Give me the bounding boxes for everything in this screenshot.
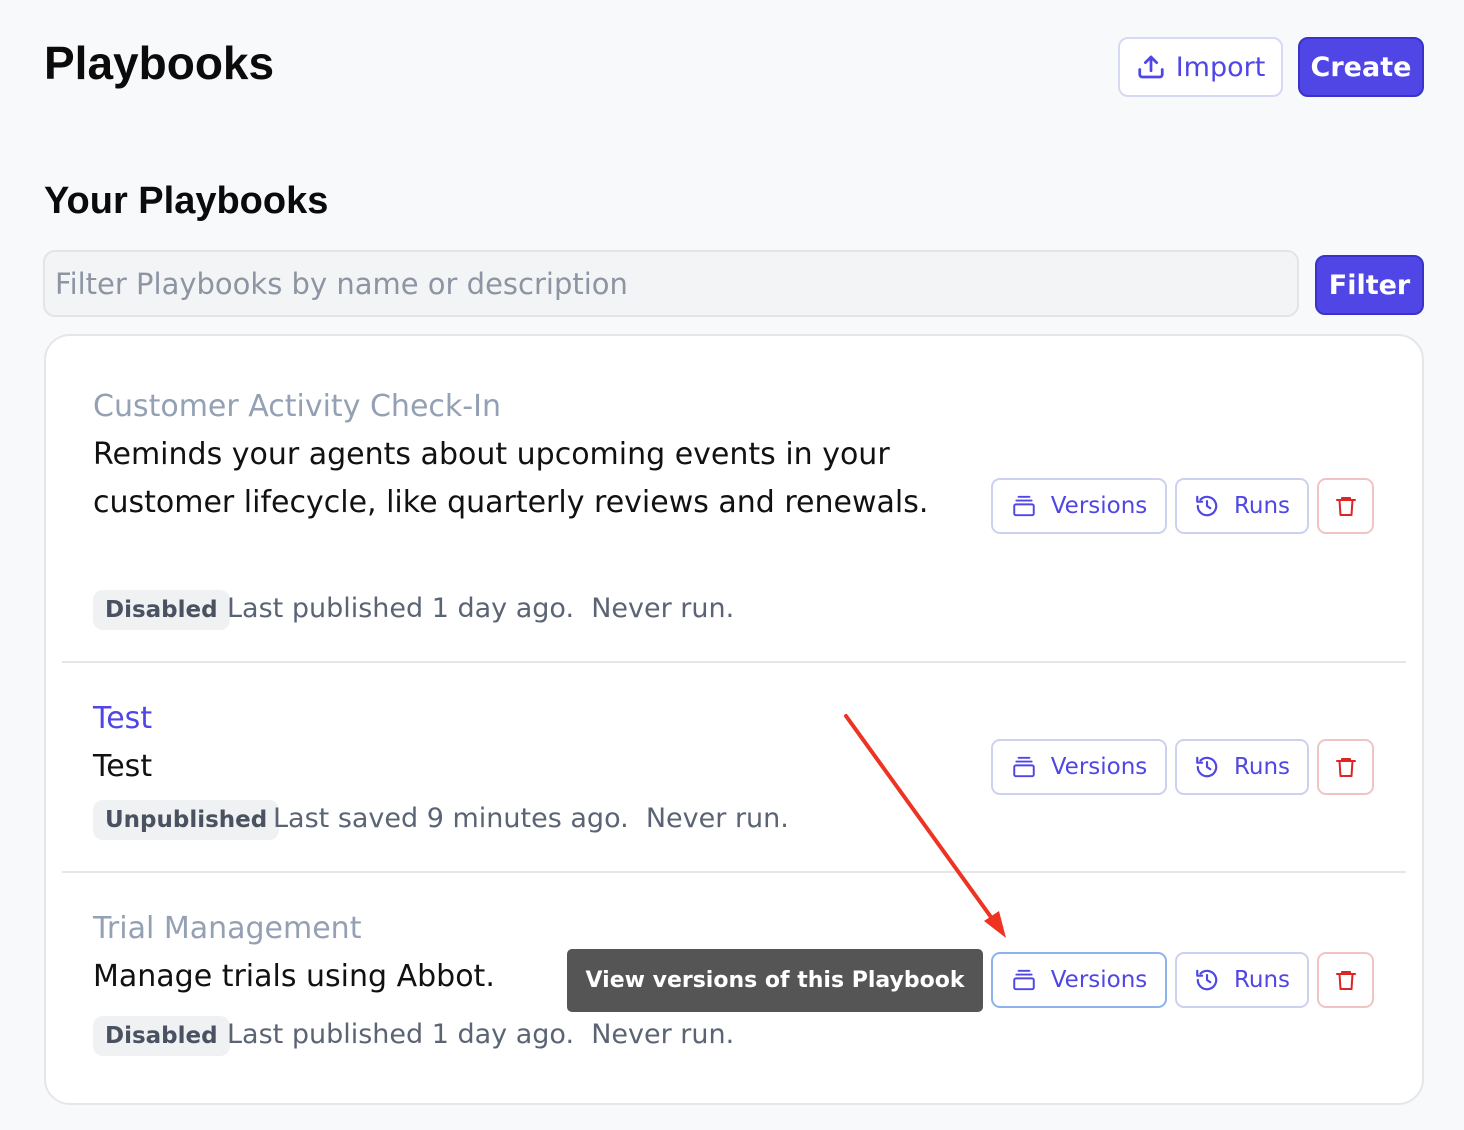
row-divider: [62, 661, 1406, 663]
versions-button[interactable]: Versions: [991, 478, 1167, 534]
status-badge: Disabled: [93, 1016, 230, 1056]
playbook-title[interactable]: Trial Management: [93, 911, 361, 946]
trash-icon: [1334, 968, 1358, 992]
versions-label: Versions: [1050, 967, 1148, 993]
status-badge: Disabled: [93, 590, 230, 630]
runs-button[interactable]: Runs: [1175, 478, 1309, 534]
history-icon: [1194, 493, 1220, 519]
versions-tooltip: View versions of this Playbook: [567, 949, 983, 1012]
create-button[interactable]: Create: [1298, 37, 1424, 97]
row-divider: [62, 871, 1406, 873]
versions-label: Versions: [1050, 754, 1148, 780]
versions-button[interactable]: Versions: [991, 739, 1167, 795]
versions-label: Versions: [1050, 493, 1148, 519]
history-icon: [1194, 967, 1220, 993]
playbook-meta: Last published 1 day ago. Never run.: [227, 1019, 735, 1050]
trash-icon: [1334, 755, 1358, 779]
import-label: Import: [1175, 51, 1266, 83]
filter-button[interactable]: Filter: [1315, 255, 1424, 315]
section-title: Your Playbooks: [44, 180, 329, 222]
delete-button[interactable]: [1317, 739, 1374, 795]
page-title: Playbooks: [44, 37, 275, 89]
status-badge: Unpublished: [93, 800, 280, 840]
runs-label: Runs: [1233, 754, 1291, 780]
playbook-title[interactable]: Customer Activity Check-In: [93, 389, 501, 424]
playbook-title[interactable]: Test: [93, 701, 152, 736]
playbook-description: Test: [93, 749, 153, 784]
runs-button[interactable]: Runs: [1175, 739, 1309, 795]
delete-button[interactable]: [1317, 952, 1374, 1008]
delete-button[interactable]: [1317, 478, 1374, 534]
upload-icon: [1136, 52, 1166, 82]
playbook-meta: Last published 1 day ago. Never run.: [227, 593, 735, 624]
runs-label: Runs: [1233, 967, 1291, 993]
runs-button[interactable]: Runs: [1175, 952, 1309, 1008]
import-button[interactable]: Import: [1118, 37, 1283, 97]
stack-icon: [1011, 967, 1037, 993]
stack-icon: [1011, 493, 1037, 519]
history-icon: [1194, 754, 1220, 780]
runs-label: Runs: [1233, 493, 1291, 519]
playbook-meta: Last saved 9 minutes ago. Never run.: [273, 803, 789, 834]
stack-icon: [1011, 754, 1037, 780]
playbook-description: Reminds your agents about upcoming event…: [93, 437, 929, 520]
filter-input[interactable]: [43, 250, 1299, 317]
versions-button[interactable]: Versions: [991, 952, 1167, 1008]
trash-icon: [1334, 494, 1358, 518]
